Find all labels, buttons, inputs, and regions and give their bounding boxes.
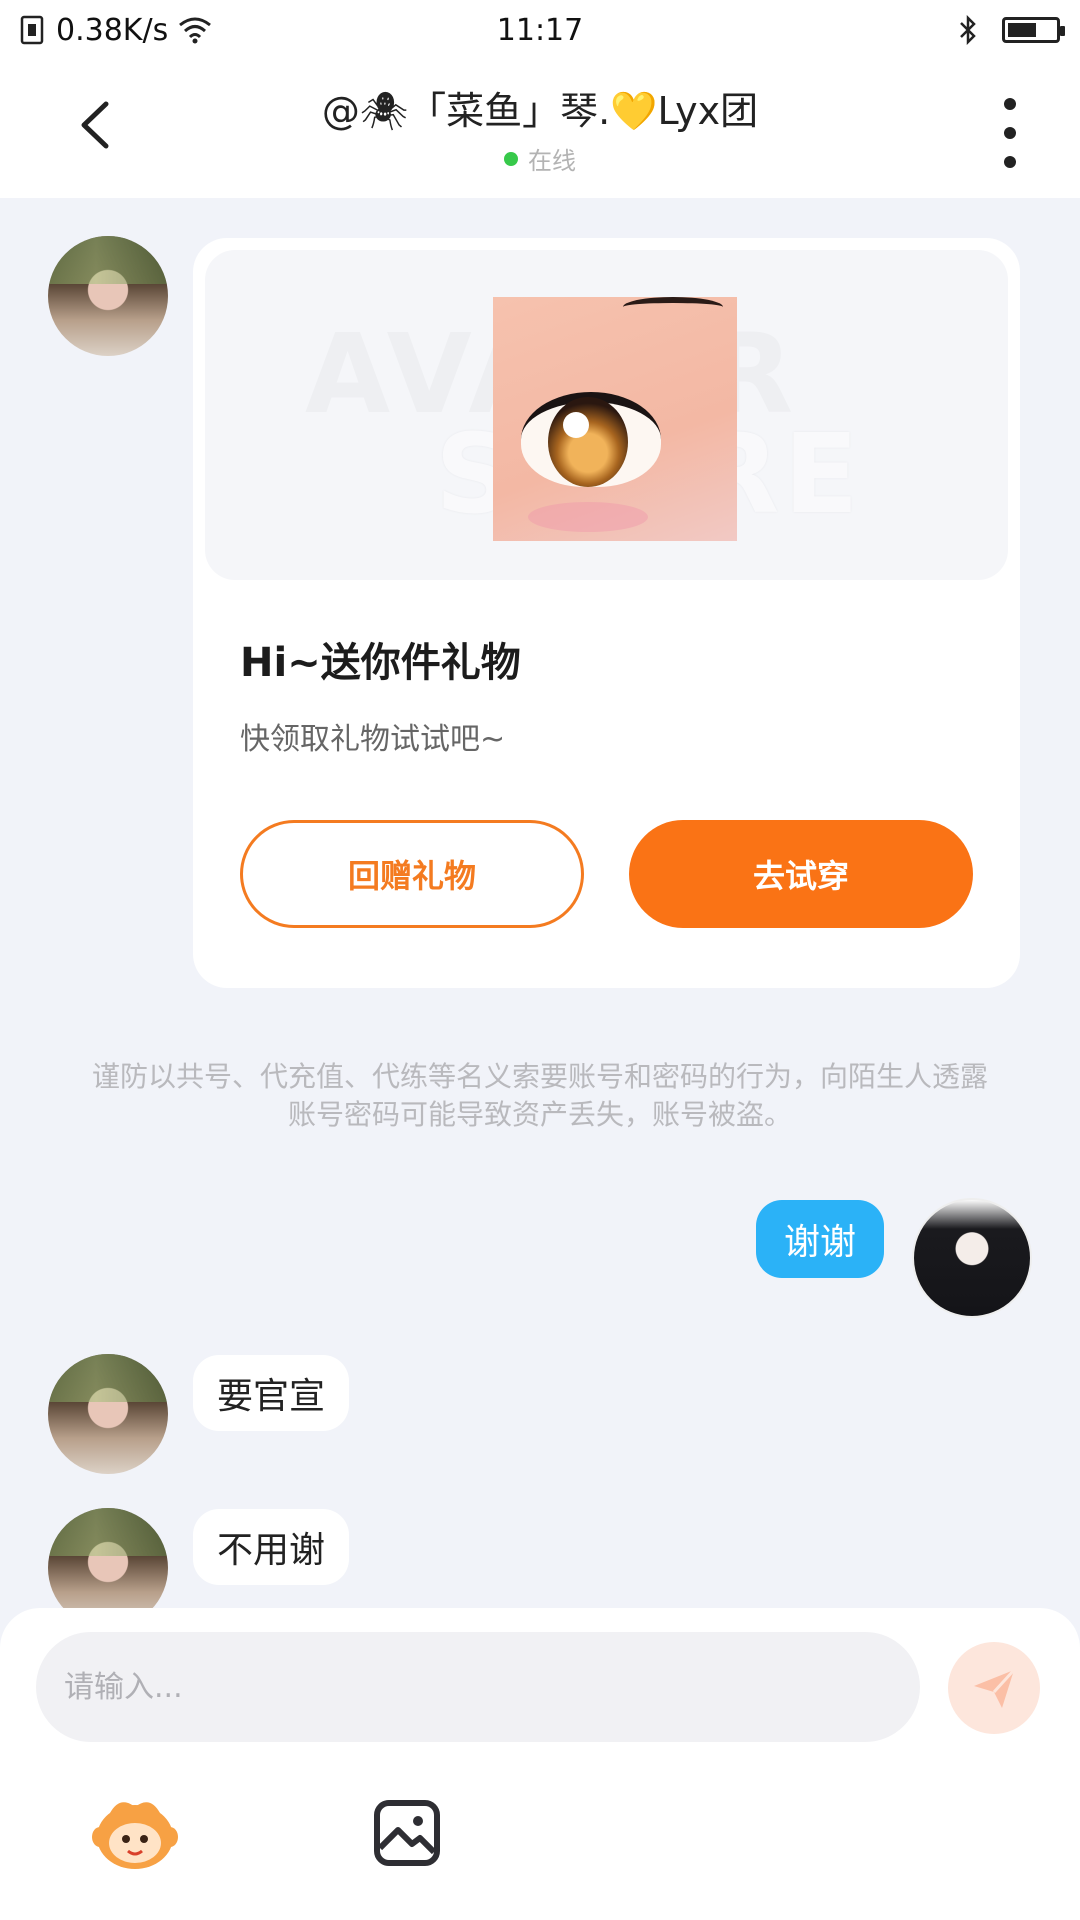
image-button[interactable]: [362, 1788, 452, 1878]
gift-image[interactable]: [493, 297, 737, 541]
gift-art-shine: [563, 412, 589, 438]
more-vertical-icon: [1004, 98, 1016, 110]
battery-icon: [1002, 17, 1065, 43]
other-user-avatar[interactable]: [48, 1354, 168, 1474]
paper-plane-icon: [974, 1668, 1016, 1708]
bluetooth-icon: [960, 15, 976, 45]
status-right: [958, 15, 1065, 45]
chat-title-area: @🕷「菜鱼」琴.💛Lyx团 在线: [200, 80, 880, 176]
message-bubble-self[interactable]: 谢谢: [755, 1200, 884, 1278]
try-on-button[interactable]: 去试穿: [629, 820, 973, 928]
more-options-button[interactable]: [990, 98, 1030, 168]
gift-art-iris: [548, 397, 628, 487]
more-dot: [1004, 156, 1016, 168]
online-status: 在线: [200, 141, 880, 176]
gift-art-brow: [623, 297, 723, 317]
chat-header: @🕷「菜鱼」琴.💛Lyx团 在线: [0, 60, 1080, 198]
status-left: 0.38K/s: [20, 13, 212, 48]
sim-icon: [20, 15, 44, 45]
mascot-button[interactable]: [90, 1788, 180, 1878]
message-input[interactable]: [36, 1632, 920, 1742]
more-dot: [1004, 127, 1016, 139]
send-button[interactable]: [948, 1642, 1040, 1734]
online-dot: [504, 151, 518, 166]
input-area: [0, 1608, 1080, 1920]
message-bubble-other[interactable]: 要官宣: [193, 1355, 350, 1431]
return-gift-button[interactable]: 回赠礼物: [240, 820, 584, 928]
status-bar: 0.38K/s 11:17: [0, 0, 1080, 60]
gift-card: AVATAR STORE Hi~送你件礼物 快领取礼物试试吧~ 回赠礼物 去试穿: [193, 238, 1020, 988]
gift-title: Hi~送你件礼物: [240, 640, 521, 686]
chat-title: @🕷「菜鱼」琴.💛Lyx团: [321, 89, 759, 133]
network-speed: 0.38K/s: [56, 12, 169, 48]
chevron-left-icon: [81, 101, 109, 149]
security-warning: 谨防以共号、代充值、代练等名义索要账号和密码的行为，向陌生人透露账号密码可能导致…: [91, 1060, 988, 1131]
wifi-icon: [179, 17, 212, 44]
image-icon: [374, 1800, 440, 1866]
gift-banner: AVATAR STORE: [205, 250, 1008, 580]
self-avatar[interactable]: [912, 1198, 1032, 1318]
gift-art-blush: [528, 502, 648, 532]
gift-subtitle: 快领取礼物试试吧~: [240, 722, 506, 757]
mascot-icon: [92, 1802, 178, 1869]
other-user-avatar[interactable]: [48, 236, 168, 356]
back-button[interactable]: [60, 90, 130, 160]
online-status-label: 在线: [528, 147, 576, 175]
message-bubble-other[interactable]: 不用谢: [193, 1509, 350, 1585]
